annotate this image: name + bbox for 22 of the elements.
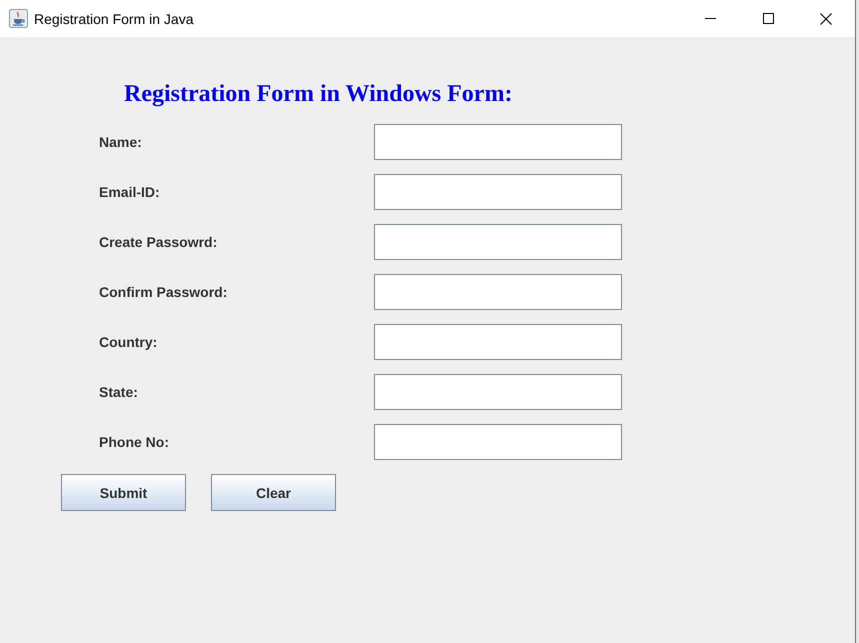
input-field[interactable] (374, 424, 622, 460)
input-field[interactable] (374, 124, 622, 160)
field-label: State: (99, 384, 138, 400)
submit-button[interactable]: Submit (61, 474, 186, 511)
field-label: Country: (99, 334, 158, 350)
input-field[interactable] (374, 374, 622, 410)
clear-button[interactable]: Clear (211, 474, 336, 511)
field-label: Confirm Password: (99, 284, 228, 300)
field-label: Create Passowrd: (99, 234, 218, 250)
close-icon (820, 12, 832, 24)
window-title: Registration Form in Java (34, 10, 195, 26)
form-heading: Registration Form in Windows Form: (124, 80, 512, 108)
input-field[interactable] (374, 224, 622, 260)
field-label: Name: (99, 134, 142, 150)
input-field[interactable] (374, 274, 622, 310)
maximize-icon (762, 13, 774, 24)
cup-icon (9, 9, 28, 28)
minimize-icon (704, 18, 716, 19)
field-label: Phone No: (99, 434, 169, 450)
field-label: Email-ID: (99, 184, 160, 200)
input-field[interactable] (374, 324, 622, 360)
input-field[interactable] (374, 174, 622, 210)
